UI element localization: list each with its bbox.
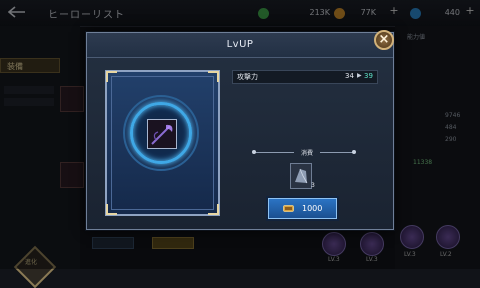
dialog-header: LvUP bbox=[87, 33, 393, 58]
close-button[interactable]: × bbox=[374, 30, 394, 50]
stat-current: 34 bbox=[345, 72, 354, 80]
material-count: 3 bbox=[311, 182, 315, 189]
stat-change-row: 攻撃力 34 ▶ 39 bbox=[232, 70, 378, 84]
divider bbox=[320, 152, 354, 153]
weapon-item-icon bbox=[147, 119, 177, 149]
item-card bbox=[105, 70, 220, 216]
cost-label: 消費 bbox=[300, 150, 313, 157]
frame-corner bbox=[208, 204, 219, 215]
stat-next: 39 bbox=[364, 72, 373, 80]
arrow-right-icon: ▶ bbox=[357, 72, 362, 79]
confirm-cost: 1000 bbox=[302, 204, 323, 213]
frame-corner bbox=[106, 204, 117, 215]
stat-label: 攻撃力 bbox=[237, 73, 258, 81]
material-stone-icon bbox=[295, 168, 308, 184]
dialog-title: LvUP bbox=[226, 39, 254, 50]
divider-dot bbox=[352, 150, 356, 154]
close-icon: × bbox=[378, 32, 390, 47]
lvup-confirm-button[interactable]: 1000 bbox=[268, 198, 337, 219]
material-item[interactable] bbox=[290, 163, 312, 189]
frame-corner bbox=[208, 71, 219, 82]
divider-dot bbox=[252, 150, 256, 154]
gold-coin-icon bbox=[283, 205, 294, 212]
scythe-icon bbox=[151, 124, 173, 145]
divider bbox=[254, 152, 294, 153]
frame-corner bbox=[106, 71, 117, 82]
